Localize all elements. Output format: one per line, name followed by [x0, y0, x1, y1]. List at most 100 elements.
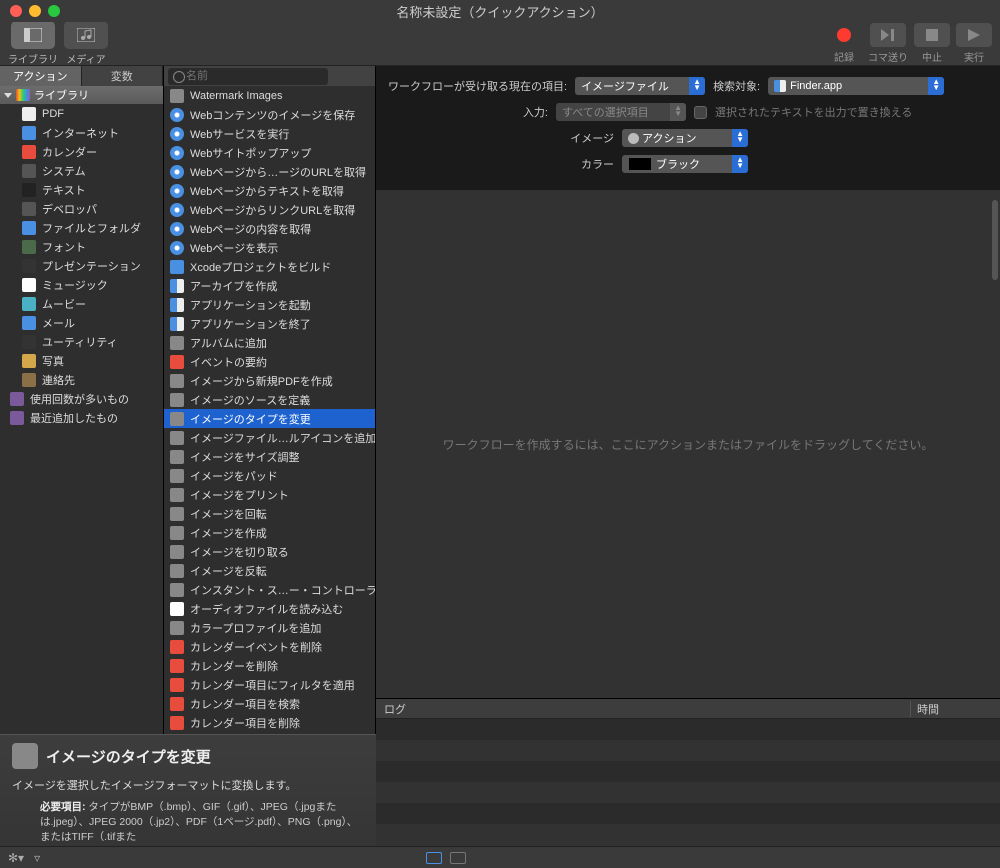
sidebar-item[interactable]: デベロッパ — [0, 199, 163, 218]
sidebar-item-label: インターネット — [42, 125, 119, 141]
action-icon — [170, 317, 184, 331]
sidebar-item[interactable]: PDF — [0, 104, 163, 123]
sidebar-item[interactable]: ユーティリティ — [0, 332, 163, 351]
action-label: イメージファイル…ルアイコンを追加 — [190, 430, 375, 446]
sidebar-item[interactable]: カレンダー — [0, 142, 163, 161]
action-item[interactable]: イメージをプリント — [164, 485, 375, 504]
action-item[interactable]: イメージをパッド — [164, 466, 375, 485]
view-mode-list-icon[interactable] — [450, 852, 466, 864]
action-item[interactable]: アーカイブを作成 — [164, 276, 375, 295]
action-item[interactable]: Webページを表示 — [164, 238, 375, 257]
sidebar-item[interactable]: フォント — [0, 237, 163, 256]
action-item[interactable]: イメージのソースを定義 — [164, 390, 375, 409]
action-item[interactable]: カレンダー項目を検索 — [164, 694, 375, 713]
sidebar-smart-item[interactable]: 最近追加したもの — [0, 408, 163, 427]
category-icon — [22, 145, 36, 159]
action-item[interactable]: カレンダー項目を削除 — [164, 713, 375, 732]
library-toggle-button[interactable] — [11, 21, 55, 49]
action-icon — [170, 108, 184, 122]
search-input[interactable] — [168, 68, 328, 85]
action-item[interactable]: インスタント・ス…ー・コントローラ — [164, 580, 375, 599]
action-item[interactable]: アプリケーションを終了 — [164, 314, 375, 333]
action-icon — [170, 355, 184, 369]
action-item[interactable]: イメージを反転 — [164, 561, 375, 580]
sidebar-item-label: ミュージック — [42, 277, 108, 293]
scrollbar[interactable] — [992, 200, 998, 280]
zoom-icon[interactable] — [48, 5, 60, 17]
action-item[interactable]: オーディオファイルを読み込む — [164, 599, 375, 618]
action-item[interactable]: アルバムに追加 — [164, 333, 375, 352]
action-item[interactable]: Watermark Images — [164, 86, 375, 105]
action-item[interactable]: カレンダーイベントを削除 — [164, 637, 375, 656]
sidebar-item[interactable]: 写真 — [0, 351, 163, 370]
input-label: 入力: — [388, 104, 548, 120]
toggle-description-icon[interactable]: ▿ — [34, 851, 40, 865]
action-label: イメージを切り取る — [190, 544, 289, 560]
minimize-icon[interactable] — [29, 5, 41, 17]
action-item[interactable]: イベントの要約 — [164, 352, 375, 371]
action-item[interactable]: イメージのタイプを変更 — [164, 409, 375, 428]
action-item[interactable]: Webページから…ージのURLを取得 — [164, 162, 375, 181]
action-item[interactable]: イメージから新規PDFを作成 — [164, 371, 375, 390]
action-item[interactable]: カラープロファイルを追加 — [164, 618, 375, 637]
time-column-header[interactable]: 時間 — [910, 701, 1000, 717]
search-target-select[interactable]: Finder.app▲▼ — [768, 77, 944, 95]
sidebar-tabs: アクション 変数 — [0, 66, 163, 86]
actions-column: Watermark ImagesWebコンテンツのイメージを保存Webサービスを… — [164, 66, 376, 846]
receives-label: ワークフローが受け取る現在の項目: — [388, 78, 567, 94]
library-header[interactable]: ライブラリ — [0, 86, 163, 104]
action-item[interactable]: カレンダー項目にフィルタを適用 — [164, 675, 375, 694]
description-title: イメージのタイプを変更 — [46, 746, 211, 767]
gear-menu-icon[interactable]: ✻▾ — [8, 851, 24, 865]
sidebar-item[interactable]: システム — [0, 161, 163, 180]
action-item[interactable]: イメージを作成 — [164, 523, 375, 542]
sidebar-item[interactable]: インターネット — [0, 123, 163, 142]
action-label: イメージをサイズ調整 — [190, 449, 299, 465]
category-icon — [22, 202, 36, 216]
action-item[interactable]: イメージを回転 — [164, 504, 375, 523]
action-item[interactable]: Webコンテンツのイメージを保存 — [164, 105, 375, 124]
stop-button[interactable] — [914, 23, 950, 47]
action-item[interactable]: Webページの内容を取得 — [164, 219, 375, 238]
action-item[interactable]: Webサービスを実行 — [164, 124, 375, 143]
sidebar-item[interactable]: プレゼンテーション — [0, 256, 163, 275]
action-item[interactable]: WebページからリンクURLを取得 — [164, 200, 375, 219]
sidebar-item[interactable]: 連絡先 — [0, 370, 163, 389]
sidebar-item[interactable]: ムービー — [0, 294, 163, 313]
record-button[interactable] — [826, 23, 862, 47]
close-icon[interactable] — [10, 5, 22, 17]
action-item[interactable]: Webページからテキストを取得 — [164, 181, 375, 200]
action-item[interactable]: イメージを切り取る — [164, 542, 375, 561]
sidebar-item[interactable]: ファイルとフォルダ — [0, 218, 163, 237]
action-item[interactable]: イメージをサイズ調整 — [164, 447, 375, 466]
color-select[interactable]: ブラック▲▼ — [622, 155, 748, 173]
receives-select[interactable]: イメージファイル▲▼ — [575, 77, 705, 95]
action-item[interactable]: カレンダーを削除 — [164, 656, 375, 675]
image-select[interactable]: アクション▲▼ — [622, 129, 748, 147]
tab-variables[interactable]: 変数 — [82, 66, 164, 86]
log-column-header[interactable]: ログ — [376, 701, 910, 717]
view-mode-flow-icon[interactable] — [426, 852, 442, 864]
action-item[interactable]: Webサイトポップアップ — [164, 143, 375, 162]
action-icon — [170, 469, 184, 483]
description-body: イメージを選択したイメージフォーマットに変換します。 — [12, 777, 364, 793]
toolbar: ライブラリ メディア 記録 コマ送り 中止 実行 — [0, 22, 1000, 66]
workflow-settings: ワークフローが受け取る現在の項目: イメージファイル▲▼ 検索対象: Finde… — [376, 66, 1000, 190]
action-item[interactable]: Xcodeプロジェクトをビルド — [164, 257, 375, 276]
sidebar-smart-item[interactable]: 使用回数が多いもの — [0, 389, 163, 408]
replace-output-checkbox — [694, 106, 707, 119]
sidebar-item[interactable]: ミュージック — [0, 275, 163, 294]
action-item[interactable]: イメージファイル…ルアイコンを追加 — [164, 428, 375, 447]
run-button[interactable] — [956, 23, 992, 47]
tab-actions[interactable]: アクション — [0, 66, 82, 86]
sidebar-item[interactable]: メール — [0, 313, 163, 332]
media-button[interactable] — [64, 21, 108, 49]
color-swatch-icon — [628, 157, 652, 171]
workflow-canvas[interactable]: ワークフローを作成するには、ここにアクションまたはファイルをドラッグしてください… — [376, 190, 1000, 698]
sidebar-item[interactable]: テキスト — [0, 180, 163, 199]
sidebar-item-label: 使用回数が多いもの — [30, 391, 129, 407]
step-button[interactable] — [870, 23, 906, 47]
sidebar-item-label: ファイルとフォルダ — [42, 220, 141, 236]
action-icon — [170, 488, 184, 502]
action-item[interactable]: アプリケーションを起動 — [164, 295, 375, 314]
